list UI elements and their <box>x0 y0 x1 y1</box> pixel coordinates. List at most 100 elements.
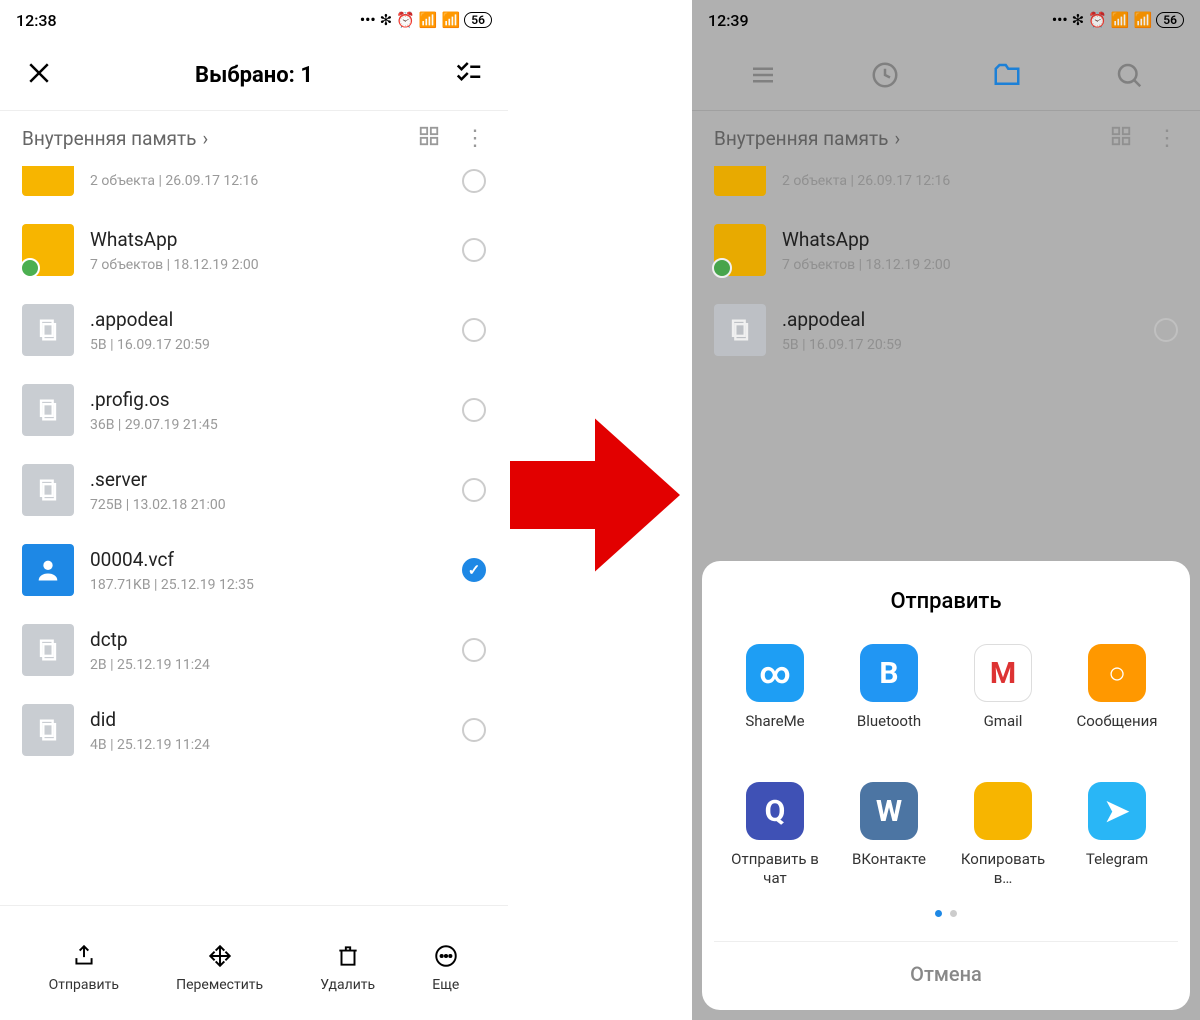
file-meta: 2 объекта | 26.09.17 12:16 <box>782 173 1155 189</box>
share-app[interactable]: Q Отправить в чат <box>722 782 828 890</box>
chevron-right-icon: › <box>1171 238 1178 263</box>
select-all-icon[interactable] <box>454 58 484 92</box>
wifi-icon: 📶 <box>1134 11 1153 29</box>
share-sheet: Отправить ∞ ShareMeB BluetoothM Gmail○ С… <box>702 561 1190 1010</box>
file-meta: 4B | 25.12.19 11:24 <box>90 737 446 753</box>
alarm-icon: ⏰ <box>1088 11 1107 29</box>
top-tabs <box>692 40 1200 110</box>
move-button[interactable]: Переместить <box>176 943 263 993</box>
file-row[interactable]: WhatsApp 7 объектов | 18.12.19 2:00 › <box>692 210 1200 290</box>
kebab-menu-icon[interactable]: ⋮ <box>464 126 486 151</box>
send-button[interactable]: Отправить <box>49 943 119 993</box>
selection-header: Выбрано: 1 <box>0 40 508 110</box>
app-label: ShareMe <box>745 712 804 752</box>
red-arrow-icon <box>510 410 680 580</box>
share-apps-grid: ∞ ShareMeB BluetoothM Gmail○ СообщенияQ … <box>714 644 1178 890</box>
share-app[interactable]: M Gmail <box>950 644 1056 752</box>
page-dot-1 <box>935 910 942 917</box>
file-type-icon <box>22 464 74 516</box>
breadcrumb: Внутренняя память › ⋮ <box>0 110 508 166</box>
more-button[interactable]: Еще <box>432 943 459 993</box>
chevron-right-icon: › <box>1171 169 1178 194</box>
file-row[interactable]: .appodeal 5B | 16.09.17 20:59 <box>0 290 508 370</box>
alarm-icon: ⏰ <box>396 11 415 29</box>
cancel-button[interactable]: Отмена <box>714 941 1178 986</box>
delete-button[interactable]: Удалить <box>320 943 375 993</box>
selection-radio[interactable] <box>462 558 486 582</box>
status-indicators: ••• ✻ ⏰ 📶 📶 56 <box>1052 11 1184 29</box>
file-type-icon <box>22 304 74 356</box>
file-name: .profig.os <box>90 388 446 411</box>
app-icon: ∞ <box>746 644 804 702</box>
selection-radio[interactable] <box>462 398 486 422</box>
search-icon[interactable] <box>1114 60 1144 90</box>
file-row[interactable]: .server 725B | 13.02.18 21:00 <box>0 450 508 530</box>
signal-icon: 📶 <box>419 11 438 29</box>
selection-radio[interactable] <box>462 318 486 342</box>
share-app[interactable]: Копировать в… <box>950 782 1056 890</box>
file-row[interactable]: 00004.vcf 187.71KB | 25.12.19 12:35 <box>0 530 508 610</box>
file-name: did <box>90 708 446 731</box>
file-name: dctp <box>90 628 446 651</box>
file-row[interactable]: 2 объекта | 26.09.17 12:16 › <box>692 166 1200 210</box>
file-row[interactable]: did 4B | 25.12.19 11:24 <box>0 690 508 770</box>
status-time: 12:38 <box>16 11 57 30</box>
phone-right-share-screen: 12:39 ••• ✻ ⏰ 📶 📶 56 Внутренняя память ›… <box>692 0 1200 1020</box>
app-label: Сообщения <box>1076 712 1157 752</box>
file-meta: 7 объектов | 18.12.19 2:00 <box>90 257 446 273</box>
selection-radio[interactable] <box>462 238 486 262</box>
folder-tab-icon[interactable] <box>992 60 1022 90</box>
status-bar: 12:38 ••• ✻ ⏰ 📶 📶 56 <box>0 0 508 40</box>
more-dots-icon: ••• <box>1052 11 1068 29</box>
selection-radio[interactable] <box>462 169 486 193</box>
selection-radio[interactable] <box>462 638 486 662</box>
share-app[interactable]: ➤ Telegram <box>1064 782 1170 890</box>
share-app[interactable]: W ВКонтакте <box>836 782 942 890</box>
page-title: Выбрано: 1 <box>195 63 313 88</box>
wifi-icon: 📶 <box>442 11 461 29</box>
kebab-menu-icon[interactable]: ⋮ <box>1156 126 1178 151</box>
share-app[interactable]: B Bluetooth <box>836 644 942 752</box>
file-row[interactable]: .appodeal 5B | 16.09.17 20:59 <box>692 290 1200 370</box>
selection-radio[interactable] <box>462 718 486 742</box>
sheet-title: Отправить <box>714 589 1178 614</box>
selection-radio[interactable] <box>1154 318 1178 342</box>
file-type-icon <box>714 166 766 196</box>
phone-left-selection-screen: 12:38 ••• ✻ ⏰ 📶 📶 56 Выбрано: 1 Внутренн… <box>0 0 508 1020</box>
app-label: Telegram <box>1086 850 1148 890</box>
share-app[interactable]: ∞ ShareMe <box>722 644 828 752</box>
battery-indicator: 56 <box>1156 12 1184 28</box>
file-meta: 725B | 13.02.18 21:00 <box>90 497 446 513</box>
menu-icon[interactable] <box>748 60 778 90</box>
bluetooth-icon: ✻ <box>1072 11 1085 29</box>
file-type-icon <box>22 544 74 596</box>
share-app[interactable]: ○ Сообщения <box>1064 644 1170 752</box>
selection-radio[interactable] <box>462 478 486 502</box>
file-name: WhatsApp <box>782 228 1155 251</box>
file-name: .appodeal <box>90 308 446 331</box>
grid-view-icon[interactable] <box>418 125 440 152</box>
app-icon: W <box>860 782 918 840</box>
recent-tab-icon[interactable] <box>870 60 900 90</box>
close-icon[interactable] <box>24 58 54 92</box>
app-label: Отправить в чат <box>722 850 828 890</box>
file-meta: 187.71KB | 25.12.19 12:35 <box>90 577 446 593</box>
file-meta: 7 объектов | 18.12.19 2:00 <box>782 257 1155 273</box>
file-name: WhatsApp <box>90 228 446 251</box>
bottom-toolbar: Отправить Переместить Удалить Еще <box>0 905 508 1020</box>
grid-view-icon[interactable] <box>1110 125 1132 152</box>
status-bar: 12:39 ••• ✻ ⏰ 📶 📶 56 <box>692 0 1200 40</box>
file-row[interactable]: 2 объекта | 26.09.17 12:16 <box>0 166 508 210</box>
file-row[interactable]: .profig.os 36B | 29.07.19 21:45 <box>0 370 508 450</box>
breadcrumb-path[interactable]: Внутренняя память › <box>22 127 208 150</box>
breadcrumb-path[interactable]: Внутренняя память › <box>714 127 900 150</box>
file-type-icon <box>714 304 766 356</box>
file-meta: 2B | 25.12.19 11:24 <box>90 657 446 673</box>
status-indicators: ••• ✻ ⏰ 📶 📶 56 <box>360 11 492 29</box>
signal-icon: 📶 <box>1111 11 1130 29</box>
battery-indicator: 56 <box>464 12 492 28</box>
file-name: .server <box>90 468 446 491</box>
file-row[interactable]: WhatsApp 7 объектов | 18.12.19 2:00 <box>0 210 508 290</box>
file-row[interactable]: dctp 2B | 25.12.19 11:24 <box>0 610 508 690</box>
page-indicator <box>714 910 1178 917</box>
